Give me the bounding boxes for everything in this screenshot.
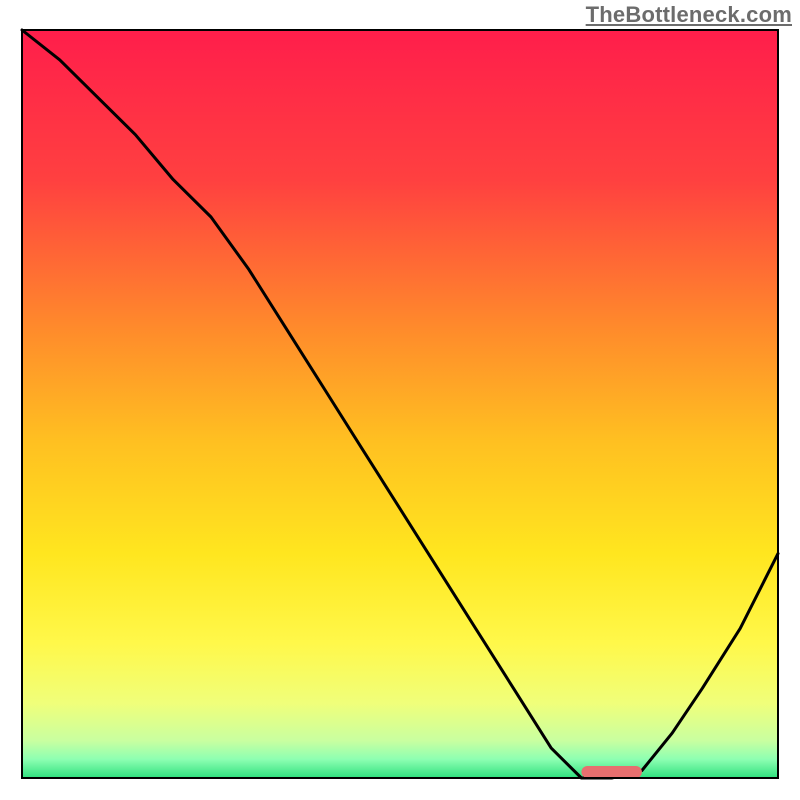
optimal-range-marker [581, 766, 641, 778]
chart-container: TheBottleneck.com [0, 0, 800, 800]
bottleneck-chart [0, 0, 800, 800]
chart-background [22, 30, 778, 778]
